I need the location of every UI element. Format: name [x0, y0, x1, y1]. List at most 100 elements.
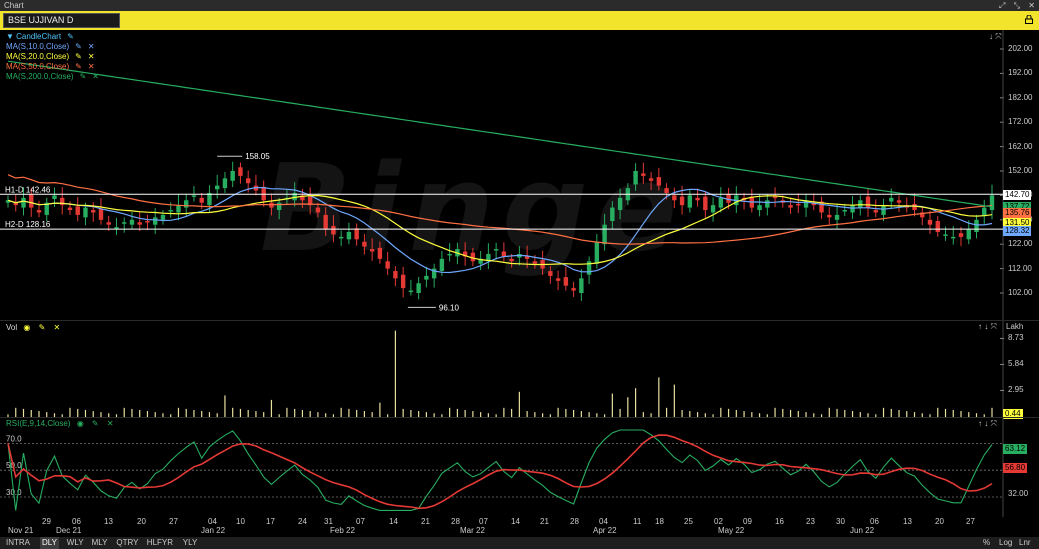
- candle: [447, 243, 452, 262]
- x-month-label: Dec 21: [56, 526, 82, 535]
- x-day-tick: 09: [743, 517, 752, 526]
- x-day-tick: 06: [870, 517, 879, 526]
- candle: [501, 242, 507, 262]
- vol-y-tick: 8.73: [1008, 333, 1024, 343]
- candle: [416, 276, 421, 300]
- legend-item[interactable]: MA(S,200.0,Close) ✎ ✕: [6, 72, 99, 82]
- x-day-tick: 21: [421, 517, 430, 526]
- candle: [974, 214, 979, 239]
- scale-lnr-button[interactable]: Lnr: [1017, 537, 1033, 549]
- timeframe-bar: INTRA DLY WLY MLY QTRY HLFYR YLY% Log Lnr: [0, 537, 1039, 549]
- price-chart-svg[interactable]: H1-D 142.46 H2-D 128.16 158.05 96.10: [0, 30, 1039, 320]
- candle: [400, 266, 406, 298]
- timeframe-mly[interactable]: MLY: [90, 537, 110, 549]
- volume-chart-svg[interactable]: [0, 321, 1039, 417]
- candle: [276, 197, 282, 220]
- timeframe-hlfyr[interactable]: HLFYR: [145, 537, 175, 549]
- x-month-label: Nov 21: [8, 526, 34, 535]
- candle: [858, 195, 863, 216]
- x-day-tick: 07: [479, 517, 488, 526]
- candle: [842, 203, 847, 217]
- x-day-tick: 07: [356, 517, 365, 526]
- candle: [935, 216, 940, 237]
- candle: [36, 200, 42, 218]
- candle: [346, 222, 352, 245]
- candle: [850, 195, 855, 219]
- pencil-icon[interactable]: ✎: [75, 42, 82, 52]
- candle: [827, 207, 832, 226]
- h2-label: H2-D 128.16: [5, 220, 51, 229]
- price-y-tick: 112.00: [1008, 263, 1032, 273]
- candle: [927, 210, 933, 234]
- candle: [641, 162, 646, 184]
- price-y-tick: 162.00: [1008, 141, 1033, 151]
- candle: [710, 197, 716, 222]
- price-y-tick: 102.00: [1008, 288, 1033, 297]
- restore-icon[interactable]: ⤢: [999, 1, 1005, 10]
- price-y-tick: 122.00: [1008, 239, 1033, 249]
- rsi-y-tick: 32.00: [1008, 489, 1029, 499]
- pencil-icon[interactable]: ✎: [80, 72, 87, 82]
- legend-item[interactable]: MA(S,10.0,Close) ✎ ✕: [6, 42, 99, 52]
- vol-y-tick: 2.95: [1008, 385, 1024, 395]
- candle: [571, 281, 576, 297]
- candle: [548, 266, 553, 284]
- panel-controls-icon[interactable]: ↓ ⤧: [989, 32, 1002, 42]
- timeframe-qtry[interactable]: QTRY: [114, 537, 140, 549]
- x-day-tick: 16: [775, 517, 784, 526]
- legend-item[interactable]: ▼ CandleChart ✎: [6, 32, 99, 42]
- candle: [176, 194, 181, 221]
- candle: [67, 201, 73, 215]
- candle: [703, 191, 708, 218]
- candle: [362, 233, 367, 255]
- x-month-label: May 22: [718, 526, 745, 535]
- candle: [687, 189, 693, 213]
- pencil-icon[interactable]: ✎: [67, 32, 74, 42]
- rsi-chart-svg[interactable]: 70.050.030.0: [0, 418, 1039, 517]
- x-day-tick: 13: [903, 517, 912, 526]
- candle: [98, 198, 104, 225]
- legend-label: ▼ CandleChart: [6, 32, 62, 41]
- candle: [834, 204, 840, 230]
- candle: [749, 188, 755, 213]
- candle: [896, 195, 902, 212]
- pencil-icon[interactable]: ✎: [75, 62, 82, 72]
- volume-bars: [7, 330, 993, 417]
- candle: [617, 188, 623, 220]
- x-day-tick: 11: [633, 517, 642, 526]
- timeframe-yly[interactable]: YLY: [181, 537, 200, 549]
- candle: [408, 279, 414, 296]
- x-day-tick: 21: [540, 517, 549, 526]
- legend-item[interactable]: MA(S,50.0,Close) ✎ ✕: [6, 62, 99, 72]
- scale-percent-button[interactable]: %: [981, 537, 992, 549]
- legend-item[interactable]: MA(S,20.0,Close) ✎ ✕: [6, 52, 99, 62]
- window-titlebar: Chart ⤢ ⤡ ✕: [0, 0, 1039, 11]
- x-day-tick: 28: [451, 517, 460, 526]
- x-day-tick: 23: [806, 517, 815, 526]
- lock-icon[interactable]: [1025, 15, 1033, 24]
- candle: [493, 242, 499, 260]
- close-icon[interactable]: ✕: [88, 62, 95, 72]
- timeframe-intra[interactable]: INTRA: [4, 537, 32, 549]
- vol-y-tick: 5.84: [1008, 359, 1024, 369]
- pencil-icon[interactable]: ✎: [75, 52, 82, 62]
- close-icon[interactable]: ✕: [92, 72, 99, 82]
- candle: [129, 211, 135, 230]
- scale-log-button[interactable]: Log: [997, 537, 1014, 549]
- x-day-tick: 02: [714, 517, 723, 526]
- x-month-label: Feb 22: [330, 526, 355, 535]
- x-day-tick: 29: [42, 517, 51, 526]
- rsi-level-label: 70.0: [6, 434, 22, 443]
- close-icon[interactable]: ✕: [1028, 1, 1035, 10]
- candle: [75, 197, 80, 222]
- candle: [982, 199, 987, 224]
- close-icon[interactable]: ✕: [88, 52, 95, 62]
- maximize-icon[interactable]: ⤡: [1014, 1, 1020, 10]
- x-day-tick: 17: [266, 517, 275, 526]
- x-axis[interactable]: 29 06 13 20 27 04 10 17 24 31 07 14 21 28 07 14 21 28 04 11…: [0, 517, 1003, 537]
- close-icon[interactable]: ✕: [88, 42, 95, 52]
- timeframe-wly[interactable]: WLY: [65, 537, 86, 549]
- candle: [912, 193, 917, 217]
- timeframe-dly[interactable]: DLY: [40, 537, 59, 549]
- symbol-input[interactable]: BSE UJJIVAN D: [3, 13, 120, 28]
